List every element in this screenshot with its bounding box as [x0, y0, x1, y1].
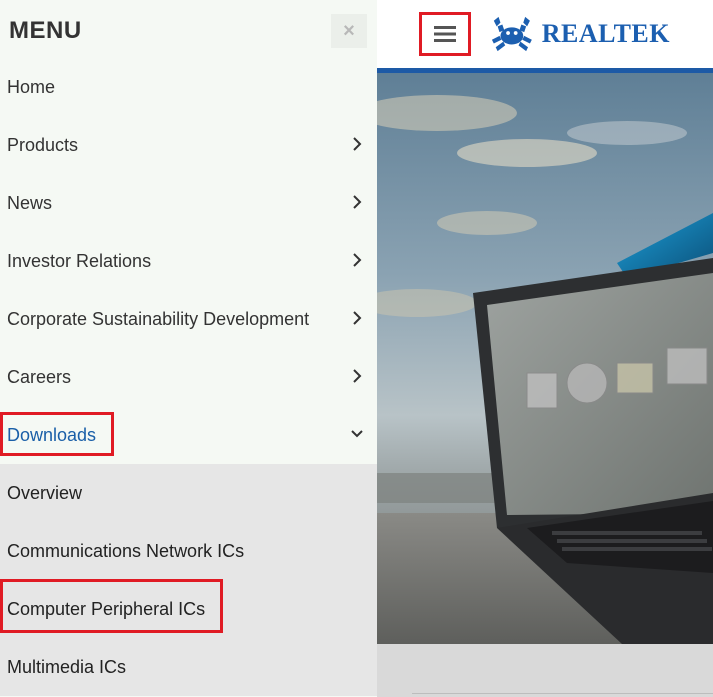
submenu-item-communications-network-ics[interactable]: Communications Network ICs	[0, 522, 377, 580]
menu-item-label: News	[7, 193, 53, 213]
submenu-item-label: Overview	[7, 483, 83, 503]
menu-item-label: Home	[7, 77, 56, 97]
divider	[412, 693, 713, 694]
menu-item-label: Products	[7, 135, 79, 155]
menu-item-downloads[interactable]: Downloads	[0, 406, 377, 464]
chevron-right-icon	[353, 137, 362, 151]
close-icon: ×	[343, 19, 355, 42]
chevron-down-icon	[351, 430, 363, 438]
menu-item-news[interactable]: News	[0, 174, 377, 232]
menu-title: MENU	[9, 17, 82, 44]
hero-banner-image	[377, 73, 713, 644]
menu-item-label: Investor Relations	[7, 251, 152, 271]
chevron-right-icon	[353, 369, 362, 383]
chevron-right-icon	[353, 311, 362, 325]
submenu-item-computer-peripheral-ics[interactable]: Computer Peripheral ICs	[0, 580, 377, 638]
menu-item-home[interactable]: Home	[0, 58, 377, 116]
submenu-item-overview[interactable]: Overview	[0, 464, 377, 522]
menu-item-csd[interactable]: Corporate Sustainability Development	[0, 290, 377, 348]
submenu-item-label: Computer Peripheral ICs	[7, 599, 206, 619]
menu-item-label: Downloads	[7, 425, 97, 445]
side-menu: MENU × Home Products News Investor Relat…	[0, 0, 377, 697]
site-header: REALTEK	[377, 0, 713, 68]
realtek-logo[interactable]: REALTEK	[490, 12, 670, 56]
hamburger-icon	[434, 26, 456, 42]
menu-item-careers[interactable]: Careers	[0, 348, 377, 406]
hamburger-menu-button[interactable]	[419, 12, 471, 56]
menu-item-label: Corporate Sustainability Development	[7, 309, 310, 329]
chevron-right-icon	[353, 253, 362, 267]
menu-item-investor-relations[interactable]: Investor Relations	[0, 232, 377, 290]
laptop-hero-illustration	[377, 73, 713, 644]
menu-header: MENU ×	[0, 0, 377, 58]
chevron-right-icon	[353, 195, 362, 209]
submenu-item-multimedia-ics[interactable]: Multimedia ICs	[0, 638, 377, 696]
crab-logo-icon	[491, 16, 532, 52]
menu-item-label: Careers	[7, 367, 72, 387]
menu-item-products[interactable]: Products	[0, 116, 377, 174]
brand-name: REALTEK	[541, 19, 670, 48]
submenu-item-label: Communications Network ICs	[7, 541, 245, 561]
close-menu-button[interactable]: ×	[331, 14, 367, 48]
hero-footer-strip	[377, 644, 713, 697]
submenu-item-label: Multimedia ICs	[7, 657, 127, 677]
